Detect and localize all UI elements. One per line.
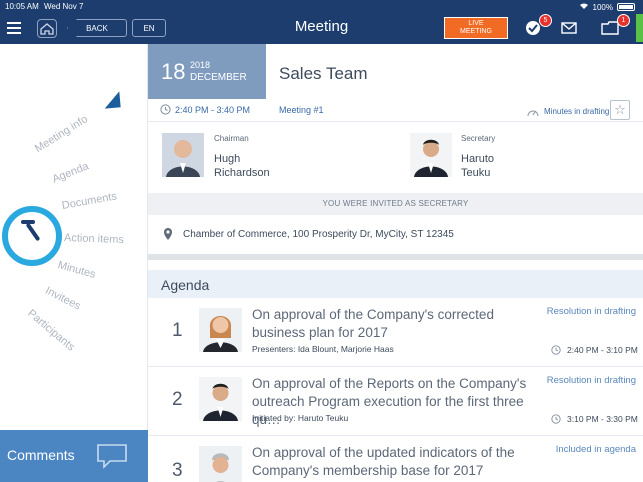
secretary-last-name: Teuku [461,167,491,179]
folder-icon [601,21,619,35]
folder-button[interactable]: 1 [598,14,630,38]
chairman-role: Chairman [214,134,249,143]
chat-bubble-icon [97,444,127,469]
live-label: LIVE [468,20,484,27]
menu-button[interactable] [7,22,21,34]
agenda-item-title: On approval of the updated indicators of… [252,445,515,478]
battery-icon [617,3,635,11]
agenda-heading: Agenda [161,277,210,293]
status-bar: 10:05 AM Wed Nov 7 100% [0,0,643,13]
collapse-caret-icon[interactable] [103,91,121,109]
chairman-first-name: Hugh [214,153,241,165]
meeting-day: 18 [161,59,186,84]
comments-button[interactable]: Comments [0,430,148,482]
agenda-item-time: 3:10 PM - 3:30 PM [551,414,638,424]
secretary-first-name: Haruto [461,153,495,165]
wheel-item-action-items[interactable]: Action items [64,232,124,246]
agenda-item-status: Resolution in drafting [546,375,636,386]
navigation-wheel-knob[interactable] [2,206,62,266]
live-meeting-button[interactable]: LIVE MEETING [444,17,508,39]
location-pin-icon [164,228,172,240]
people-row: Chairman Hugh Richardson Secretary Harut… [148,123,643,191]
meeting-time: 2:40 PM - 3:40 PM [175,105,251,115]
wheel-item-agenda[interactable]: Agenda [51,160,91,185]
meeting-info-row: 2:40 PM - 3:40 PM Meeting #1 Minutes in … [148,99,643,122]
agenda-item-presenters: Presenters: Ida Blount, Marjorie Haas [252,344,394,354]
hamburger-icon [7,22,21,24]
wheel-item-meeting-info[interactable]: Meeting info [33,113,90,155]
tasks-button[interactable]: 5 [522,14,552,38]
back-button[interactable]: BACK [67,19,127,37]
agenda-item[interactable]: 1 On approval of the Company's corrected… [148,298,643,367]
meeting-location[interactable]: Chamber of Commerce, 100 Prosperity Dr, … [148,215,643,254]
invitation-banner: YOU WERE INVITED AS SECRETARY [148,193,643,215]
agenda-item-time-label: 3:10 PM - 3:30 PM [567,414,638,424]
home-button[interactable] [37,19,57,38]
page-title: Meeting [294,18,349,35]
secretary-photo [410,133,452,177]
wheel-item-participants[interactable]: Participants [25,307,77,353]
clock-icon [551,414,561,424]
favorite-button[interactable]: ☆ [610,100,630,120]
agenda-item-status: Included in agenda [555,444,636,455]
agenda-item[interactable]: 3 On approval of the updated indicators … [148,436,643,482]
presenter-photo [199,446,242,482]
meeting-name: Sales Team [279,64,368,83]
section-divider [148,254,643,260]
agenda-item-initiator: Initiated by: Haruto Teuku [252,413,349,423]
tasks-badge: 5 [539,14,552,27]
green-edge-tab[interactable] [636,14,643,42]
agenda-item-title: On approval of the Company's corrected b… [252,307,494,340]
mail-icon [561,22,577,34]
home-icon [40,22,54,35]
agenda-item-number: 2 [172,389,183,410]
agenda-item-number: 3 [172,460,183,481]
meeting-number: Meeting #1 [279,105,324,115]
wifi-icon [579,2,589,12]
agenda-item-time-label: 2:40 PM - 3:10 PM [567,345,638,355]
meeting-label: MEETING [460,28,492,35]
wheel-item-documents[interactable]: Documents [61,190,118,211]
top-bar: 10:05 AM Wed Nov 7 100% BACK EN Meeting … [0,0,643,44]
status-right: 100% [579,2,635,12]
battery-percent: 100% [592,2,613,12]
presenter-photo [199,308,242,352]
agenda-item-number: 1 [172,320,183,341]
status-time: 10:05 AM [5,2,39,11]
secretary-role: Secretary [461,134,496,143]
chairman-photo [162,133,204,177]
location-address: Chamber of Commerce, 100 Prosperity Dr, … [183,229,454,240]
folder-badge: 1 [617,14,630,27]
agenda-item[interactable]: 2 On approval of the Reports on the Comp… [148,367,643,436]
gauge-icon [527,110,539,116]
meeting-status-label: Minutes in drafting [544,107,610,116]
chairman-last-name: Richardson [214,167,270,179]
clock-icon [551,345,561,355]
agenda-item-time: 2:40 PM - 3:10 PM [551,345,638,355]
sidebar: Meeting info Agenda Documents Action ite… [0,44,148,482]
star-icon: ☆ [614,102,626,117]
meeting-month: DECEMBER [190,72,247,83]
agenda-item-status: Resolution in drafting [546,306,636,317]
meeting-detail: 18 2018 DECEMBER Sales Team 2:40 PM - 3:… [148,44,643,482]
comments-label: Comments [7,447,75,463]
status-date: Wed Nov 7 [44,2,84,11]
meeting-date-box: 18 2018 DECEMBER [148,44,266,99]
wheel-item-invitees[interactable]: Invitees [43,285,82,313]
meeting-year: 2018 [190,60,211,70]
mail-button[interactable] [558,18,580,38]
language-button[interactable]: EN [132,19,166,37]
clock-icon [160,104,171,115]
presenter-photo [199,377,242,421]
agenda-header: Agenda [148,270,643,298]
wheel-item-minutes[interactable]: Minutes [56,259,96,281]
